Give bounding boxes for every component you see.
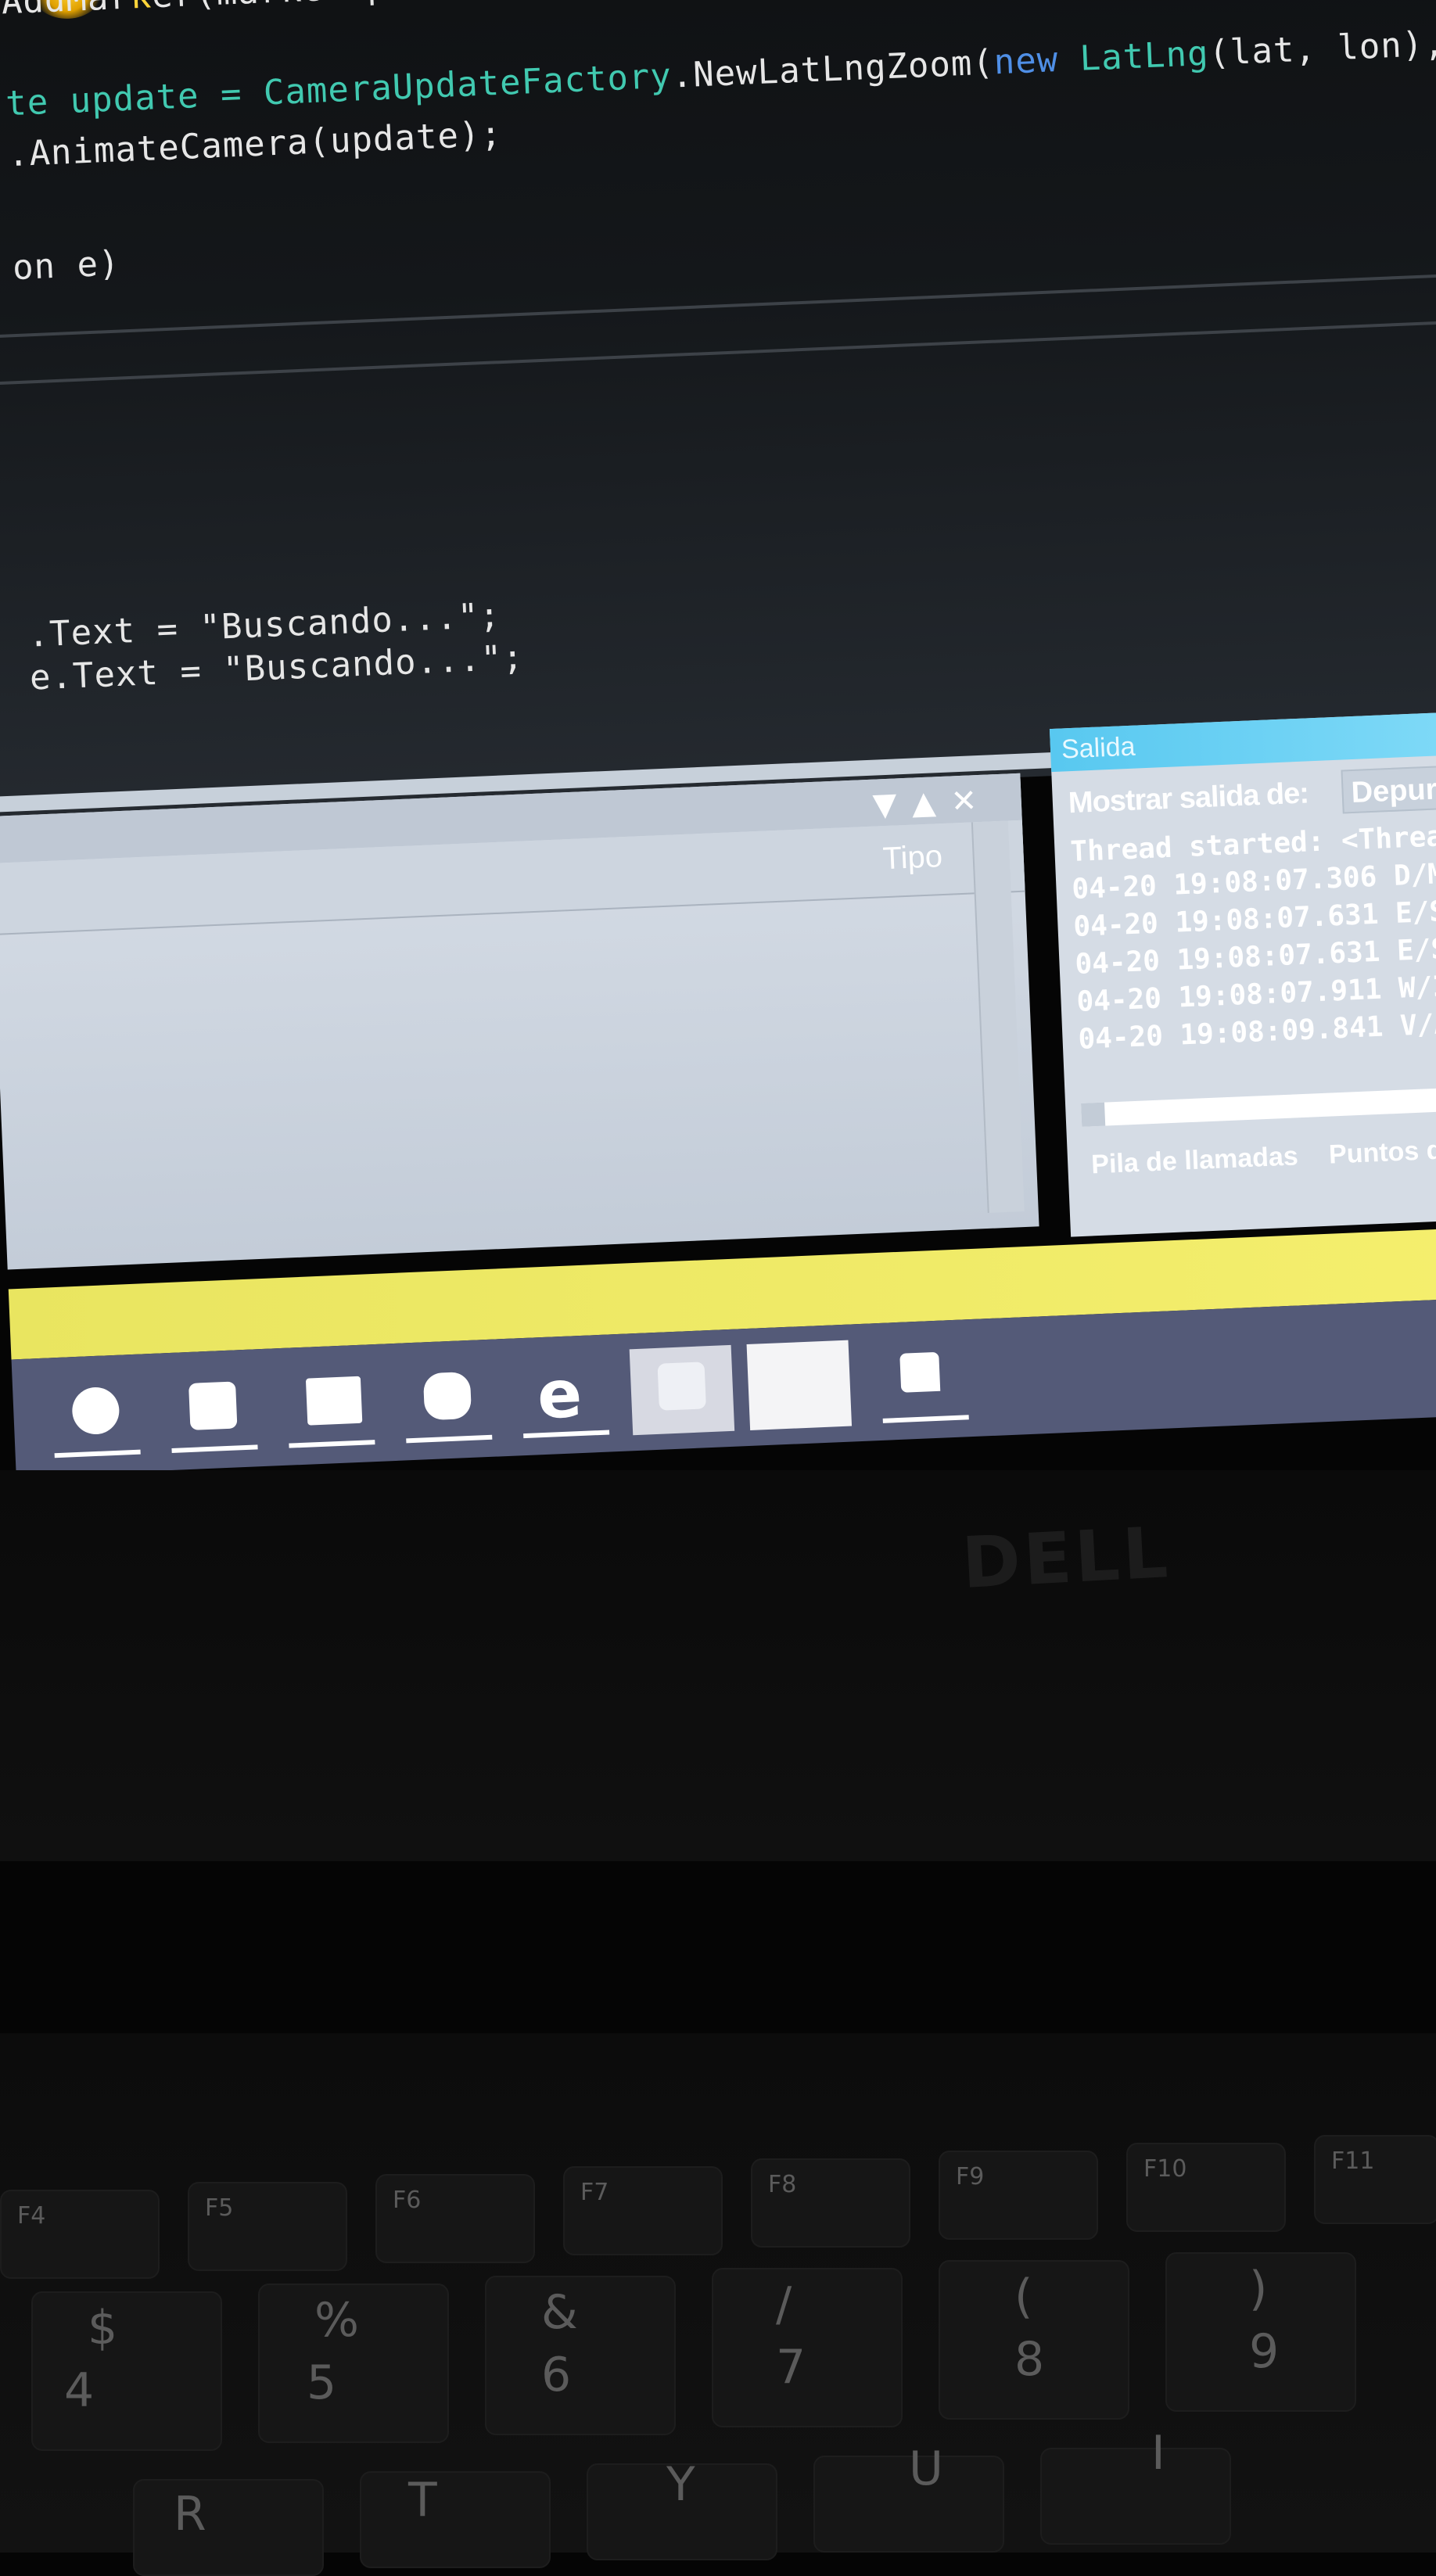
taskbar-app-2[interactable] xyxy=(160,1365,265,1455)
code-line-1: AddMarker(markerOptions); xyxy=(1,0,540,22)
edge-icon: e xyxy=(535,1354,584,1434)
key-i[interactable]: I xyxy=(1040,2426,1231,2545)
running-indicator xyxy=(406,1434,493,1444)
key-6[interactable]: & 6 xyxy=(485,2276,676,2435)
key-f8[interactable]: F8 xyxy=(751,2158,910,2248)
laptop-keyboard: F4 F5 F6 F7 F8 F9 F10 F11 $4 % 5 & 6 /7 (8… xyxy=(0,2033,1436,2576)
taskbar-app-1[interactable] xyxy=(43,1369,148,1459)
app-icon xyxy=(305,1376,363,1426)
running-indicator xyxy=(289,1440,375,1448)
code-line-2: te update = CameraUpdateFactory.NewLatLn… xyxy=(5,23,1436,124)
key-7[interactable]: /7 xyxy=(712,2268,903,2427)
emulator-icon xyxy=(899,1351,941,1393)
key-u[interactable]: U xyxy=(813,2441,1004,2553)
key-t[interactable]: T xyxy=(360,2471,551,2568)
tab-call-stack[interactable]: Pila de llamadas xyxy=(1091,1141,1299,1179)
app-icon xyxy=(188,1381,238,1430)
show-output-label: Mostrar salida de: xyxy=(1068,777,1309,820)
running-indicator xyxy=(882,1415,969,1423)
key-f10[interactable]: F10 xyxy=(1126,2143,1286,2232)
dropdown-icon[interactable]: ▼ xyxy=(872,786,898,823)
running-indicator xyxy=(171,1444,258,1453)
code-line-4: on e) xyxy=(12,243,121,289)
laptop-bezel xyxy=(0,1470,1436,1861)
key-r[interactable]: R xyxy=(133,2479,324,2576)
running-indicator xyxy=(54,1449,141,1458)
column-header-tipo[interactable]: Tipo xyxy=(882,839,943,877)
key-f11[interactable]: F11 xyxy=(1314,2135,1436,2224)
key-9[interactable]: ) 9 xyxy=(1165,2252,1356,2412)
dell-logo: DELL xyxy=(960,1512,1173,1605)
output-panel: Salida Mostrar salida de: Depurar Thread… xyxy=(1049,705,1436,1237)
key-8[interactable]: (8 xyxy=(939,2260,1129,2420)
output-log[interactable]: Thread started: <Threa 04-20 19:08:07.30… xyxy=(1070,812,1436,1092)
app-icon xyxy=(422,1371,472,1421)
tab-breakpoints[interactable]: Puntos de in xyxy=(1328,1133,1436,1170)
close-icon[interactable]: ✕ xyxy=(950,783,978,820)
taskbar-emulator[interactable] xyxy=(871,1335,976,1425)
key-y[interactable]: Y xyxy=(587,2457,777,2560)
taskbar-app-4[interactable] xyxy=(395,1354,500,1444)
editor-separator xyxy=(0,270,1436,339)
key-4[interactable]: $4 xyxy=(31,2291,222,2451)
taskbar-app-3[interactable] xyxy=(278,1360,382,1450)
key-f9[interactable]: F9 xyxy=(939,2151,1098,2240)
code-editor[interactable]: AddMarker(markerOptions); te update = Ca… xyxy=(0,0,1436,821)
taskbar-visual-studio[interactable] xyxy=(629,1344,735,1436)
taskbar-edge[interactable]: e xyxy=(512,1350,617,1440)
screen-content: AddMarker(markerOptions); te update = Ca… xyxy=(0,0,1436,1531)
taskbar-active-app[interactable] xyxy=(746,1340,853,1430)
bottom-tabs: Pila de llamadas Puntos de in xyxy=(1091,1132,1436,1180)
visual-studio-icon xyxy=(657,1362,706,1411)
code-line-3: .AnimateCamera(update); xyxy=(6,113,503,175)
horizontal-scrollbar[interactable] xyxy=(1081,1085,1436,1127)
app-icon xyxy=(71,1386,120,1436)
running-indicator xyxy=(523,1430,610,1439)
error-list-panel: ▼ ▲ ✕ Tipo xyxy=(0,773,1039,1270)
key-f5[interactable]: F5 xyxy=(188,2182,347,2271)
key-f6[interactable]: F6 xyxy=(375,2174,535,2263)
key-f7[interactable]: F7 xyxy=(563,2166,723,2255)
output-source-select[interactable]: Depurar xyxy=(1341,759,1436,814)
pin-icon[interactable]: ▲ xyxy=(911,784,937,821)
key-f4[interactable]: F4 xyxy=(0,2190,160,2279)
key-5[interactable]: % 5 xyxy=(258,2284,449,2443)
laptop-screen: AddMarker(markerOptions); te update = Ca… xyxy=(0,0,1436,1564)
